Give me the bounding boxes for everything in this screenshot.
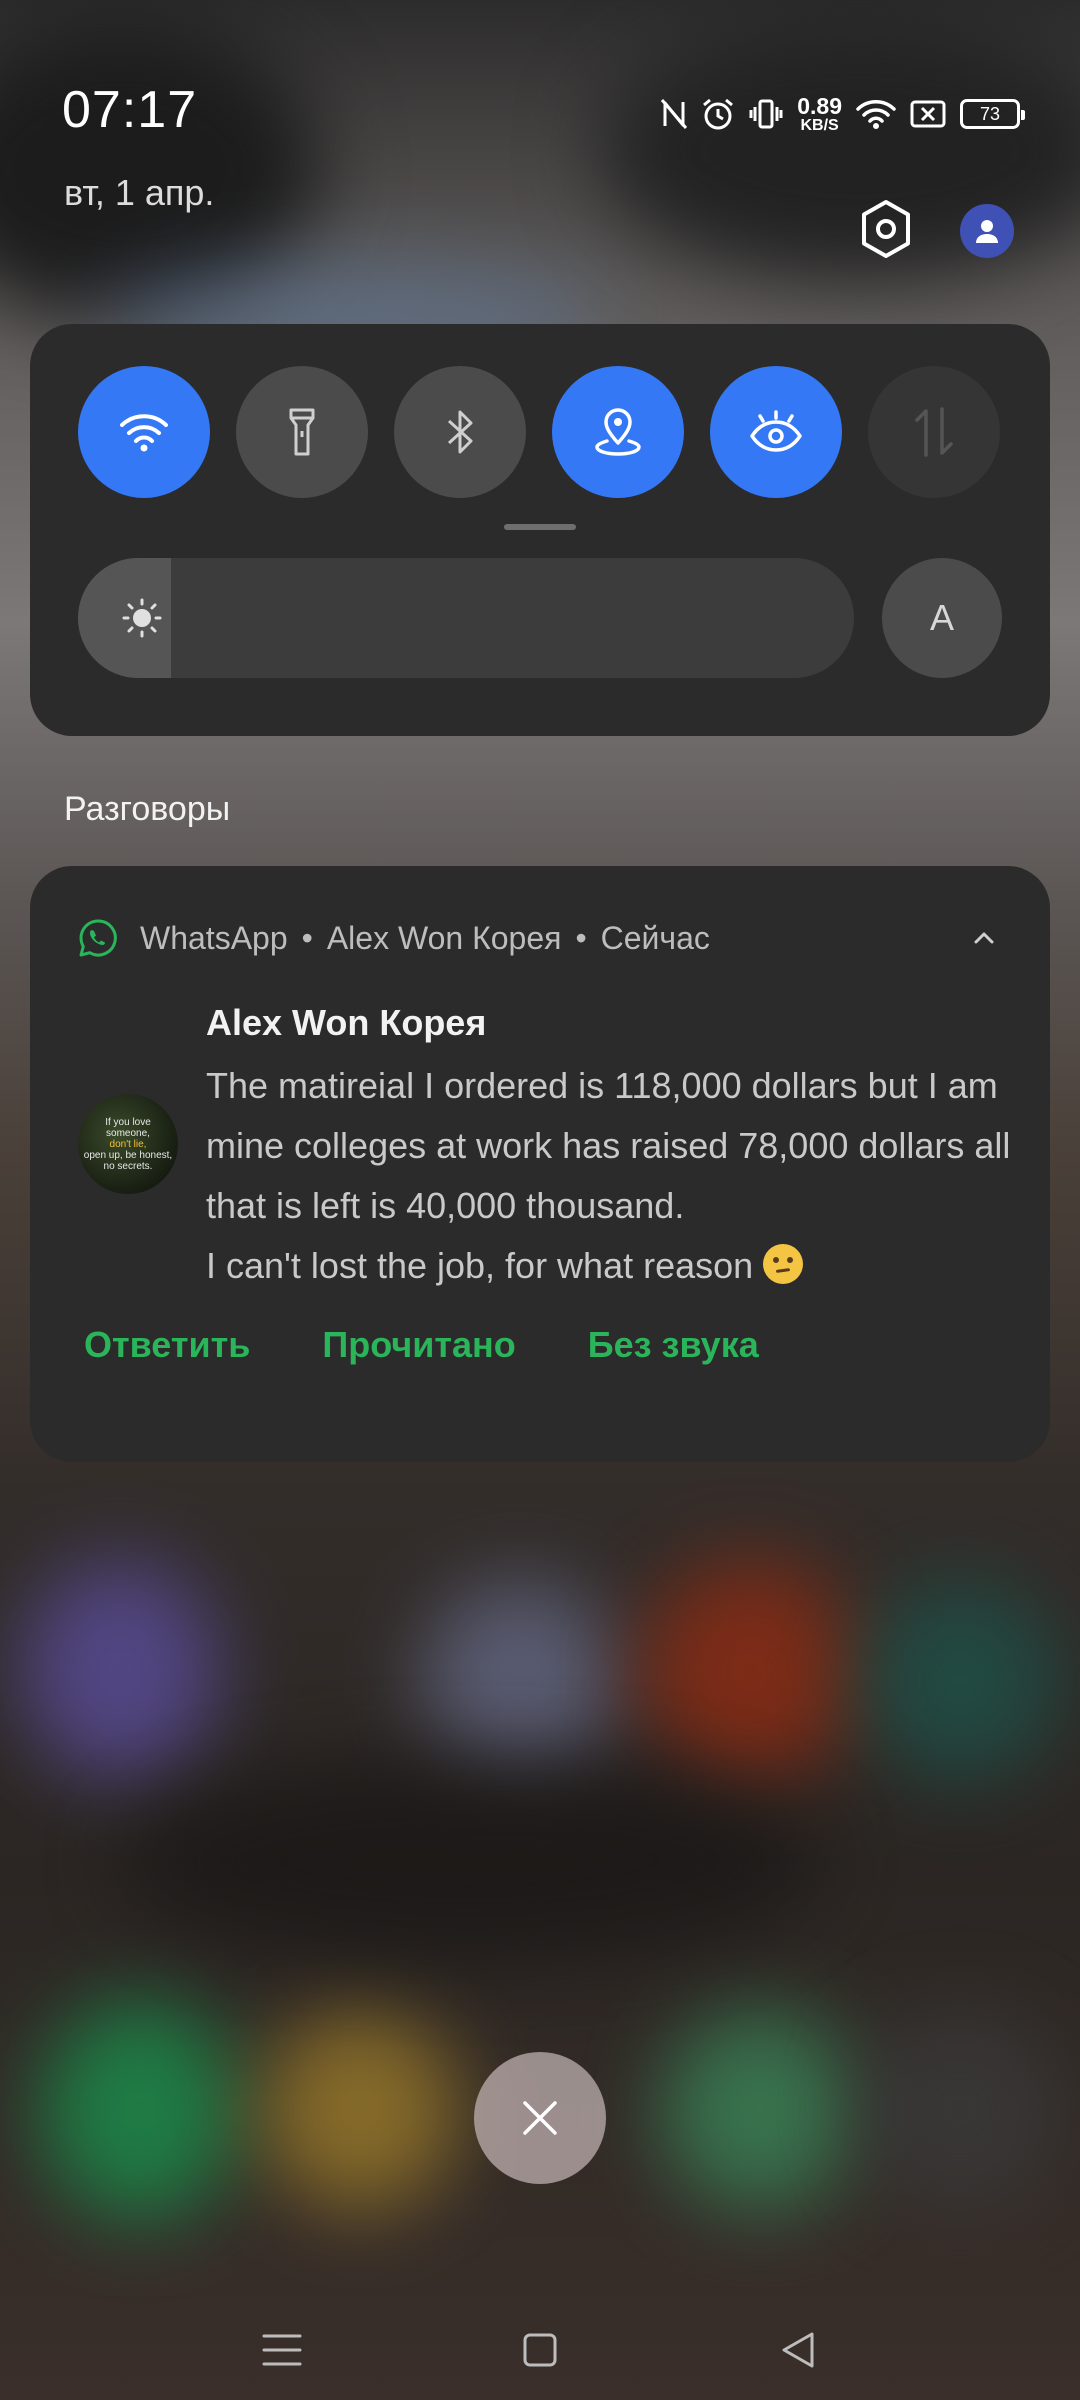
message-text: The matireial I ordered is 118,000 dolla… xyxy=(206,1065,1011,1286)
notification-header: WhatsApp • Alex Won Корея • Сейчас xyxy=(78,918,710,958)
wifi-tile[interactable] xyxy=(78,366,210,498)
app-name: WhatsApp xyxy=(140,919,288,956)
notification-body: Alex Won Корея The matireial I ordered i… xyxy=(206,1002,1026,1296)
settings-hex-icon xyxy=(862,200,910,258)
brightness-icon xyxy=(122,598,162,638)
auto-brightness-button[interactable]: A xyxy=(882,558,1002,678)
mark-read-button[interactable]: Прочитано xyxy=(322,1324,515,1366)
status-clock: 07:17 xyxy=(62,81,198,139)
flashlight-tile[interactable] xyxy=(236,366,368,498)
separator-dot: • xyxy=(301,919,313,956)
wifi-icon xyxy=(856,98,896,130)
reply-button[interactable]: Ответить xyxy=(84,1324,250,1366)
back-button[interactable] xyxy=(766,2318,830,2382)
panel-drag-handle[interactable] xyxy=(504,524,576,530)
quick-settings-panel: A xyxy=(30,324,1050,736)
menu-icon xyxy=(262,2334,302,2366)
home-button[interactable] xyxy=(508,2318,572,2382)
flashlight-icon xyxy=(289,408,315,456)
notification-actions: Ответить Прочитано Без звука xyxy=(84,1324,759,1366)
sender-name: Alex Won Корея xyxy=(206,1002,487,1043)
whatsapp-icon xyxy=(79,919,117,957)
location-tile[interactable] xyxy=(552,366,684,498)
section-title: Разговоры xyxy=(64,790,231,828)
nfc-off-icon xyxy=(661,99,688,129)
status-icons: 0.89 KB/S 73 xyxy=(661,92,1025,136)
data-arrows-icon xyxy=(915,407,953,457)
whatsapp-notification[interactable]: WhatsApp • Alex Won Корея • Сейчас If yo… xyxy=(30,866,1050,1462)
eye-icon xyxy=(750,410,802,452)
date-label: вт, 1 апр. xyxy=(64,172,215,213)
navigation-bar xyxy=(0,2300,1080,2400)
settings-button[interactable] xyxy=(856,196,916,262)
eye-comfort-tile[interactable] xyxy=(710,366,842,498)
home-icon xyxy=(523,2333,557,2367)
vibrate-icon xyxy=(749,97,783,131)
contact-avatar[interactable]: If you love someone, don't lie, open up,… xyxy=(78,1094,178,1194)
wifi-icon xyxy=(120,414,168,452)
mobile-data-tile[interactable] xyxy=(868,366,1000,498)
bluetooth-icon xyxy=(447,410,473,454)
battery-icon: 73 xyxy=(960,99,1025,129)
collapse-chevron-icon[interactable] xyxy=(970,924,998,952)
mute-button[interactable]: Без звука xyxy=(588,1324,759,1366)
brightness-slider[interactable] xyxy=(78,558,854,678)
no-sim-icon xyxy=(910,99,946,129)
thinking-face-icon xyxy=(763,1244,804,1284)
location-icon xyxy=(595,408,641,456)
user-account-button[interactable] xyxy=(960,204,1014,258)
clear-all-button[interactable] xyxy=(474,2052,606,2184)
alarm-icon xyxy=(701,97,735,131)
bluetooth-tile[interactable] xyxy=(394,366,526,498)
net-speed: 0.89 KB/S xyxy=(797,92,842,134)
conversation-name: Alex Won Корея xyxy=(326,919,562,956)
status-bar: 07:17 0.89 KB/S 73 xyxy=(0,0,1080,170)
recents-button[interactable] xyxy=(250,2318,314,2382)
separator-dot: • xyxy=(575,919,587,956)
user-icon xyxy=(976,220,998,243)
notification-time: Сейчас xyxy=(600,919,710,956)
back-icon xyxy=(782,2332,814,2368)
close-icon xyxy=(523,2101,557,2135)
